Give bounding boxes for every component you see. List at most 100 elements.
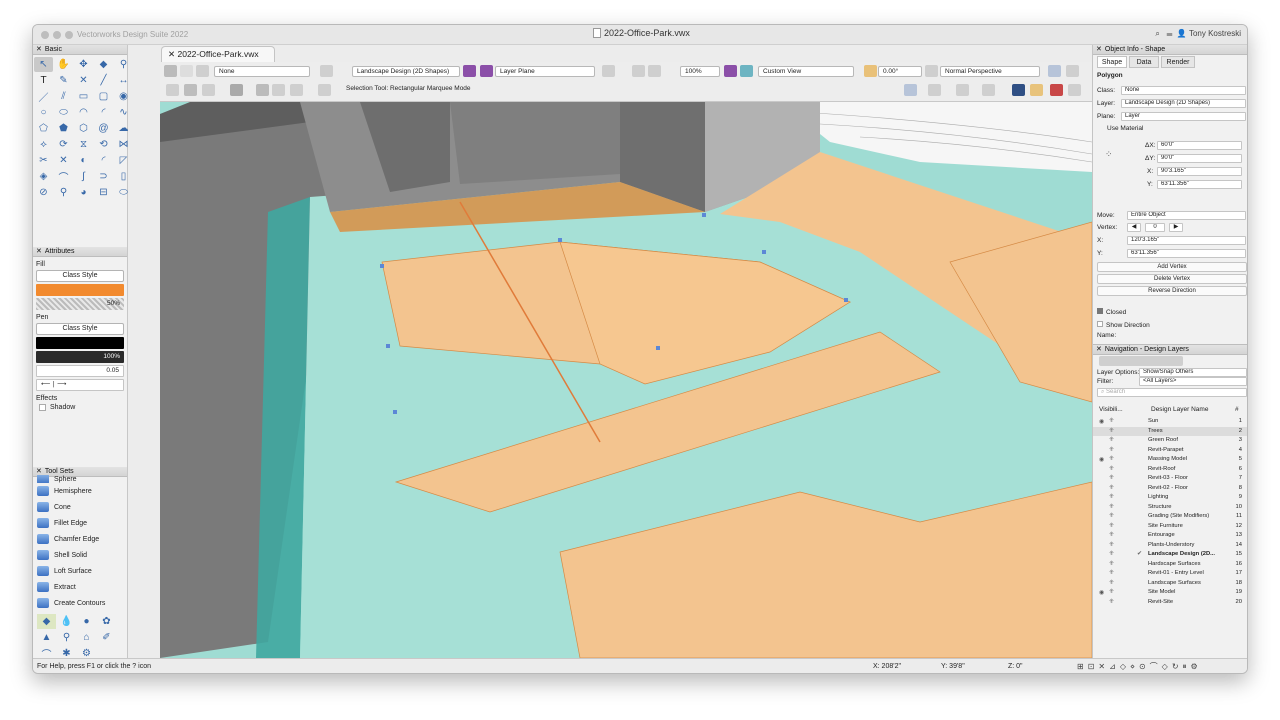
tab-shape[interactable]: Shape [1097,56,1127,68]
toolset-item[interactable]: Create Contours [33,595,127,611]
layer-row[interactable]: ⁜ Revit-01 - Entry Level 17 [1093,569,1247,579]
layer-row[interactable]: ⁜ Trees 2 [1093,426,1247,436]
flyover-icon[interactable] [904,84,917,96]
clip-tool[interactable]: ◐ [74,153,93,168]
3d-site-model[interactable] [160,102,1092,658]
attribute-mapping-tool[interactable]: ◈ [34,169,53,184]
class-select[interactable]: None [214,66,310,77]
document-tab[interactable]: ✕ 2022-Office-Park.vwx [161,46,275,62]
zoom-icon[interactable] [632,65,645,77]
symbol-tool[interactable]: ⊃ [94,169,113,184]
class-icon[interactable] [196,65,209,77]
tab-data[interactable]: Data [1129,56,1159,68]
forward-icon[interactable] [180,65,193,77]
reverse-direction-button[interactable]: Reverse Direction [1097,286,1247,296]
fill-opacity-field[interactable]: 50% [36,298,124,310]
camera-tool[interactable]: ⊟ [94,185,113,200]
zoom-field[interactable]: 100% [680,66,720,77]
layer-row[interactable]: ◉ ⁜ Sun 1 [1093,417,1247,427]
gear-icon[interactable] [928,84,941,96]
number-column-header[interactable]: # [1235,406,1239,413]
pen-style-select[interactable]: Class Style [36,323,124,335]
3d-view-icon[interactable] [740,65,753,77]
shade-icon[interactable] [1012,84,1025,96]
render-settings-icon[interactable] [1030,84,1043,96]
no-hatch-icon[interactable] [166,84,179,96]
grayed-visibility-icon[interactable]: ⁜ [1109,560,1114,570]
snap-tools[interactable]: ⊞⊡✕⊿◇⋄⊙⌒◇↻⏸⚙ [1077,659,1202,673]
light-tool[interactable]: ◕ [74,185,93,200]
magnify-tool[interactable]: ⚲ [54,185,73,200]
class-field[interactable]: None [1121,86,1246,95]
minimize-window-button[interactable] [53,31,61,39]
grayed-visibility-icon[interactable]: ⁜ [1109,579,1114,589]
tool-preferences-icon[interactable] [318,84,331,96]
close-icon[interactable]: ✕ [168,49,175,59]
zoom-window-button[interactable] [65,31,73,39]
quarter-arc-tool[interactable]: ◜ [94,105,113,120]
toolset-item[interactable]: Extract [33,579,127,595]
close-icon[interactable]: ✕ [36,468,42,475]
layer-row[interactable]: ⁜ Structure 10 [1093,503,1247,513]
pan-tool[interactable]: ✋ [54,57,73,72]
shadow-checkbox[interactable] [39,404,46,411]
pen-color-swatch[interactable] [36,337,124,349]
layer-row[interactable]: ⁜ Site Furniture 12 [1093,522,1247,532]
sheet-tool[interactable]: ▯ [114,169,133,184]
x-field[interactable]: 90'3.165" [1157,167,1242,176]
grayed-visibility-icon[interactable]: ⁜ [1109,417,1114,427]
eyedropper-tool[interactable]: ⚲ [114,57,133,72]
delta-y-field[interactable]: 90'0" [1157,154,1242,163]
layer-row[interactable]: ⁜ Landscape Surfaces 18 [1093,579,1247,589]
layer-select[interactable]: Landscape Design (2D Shapes) [352,66,460,77]
layer-row[interactable]: ⁜ Revit-02 - Floor 8 [1093,484,1247,494]
grayed-visibility-icon[interactable]: ⁜ [1109,455,1114,465]
regular-polygon-tool[interactable]: ⬡ [74,121,93,136]
vertex-index-field[interactable]: 0 [1145,223,1165,232]
delete-vertex-button[interactable]: Delete Vertex [1097,274,1247,284]
rotate-tool[interactable]: ⟳ [54,137,73,152]
grayed-visibility-icon[interactable]: ⁜ [1109,541,1114,551]
toolset-item[interactable]: Sphere [33,475,127,483]
drawing-area[interactable] [160,102,1092,658]
move-select[interactable]: Entire Object [1127,211,1246,220]
polygon-select-icon[interactable] [290,84,303,96]
line-tool[interactable]: ╱ [94,73,113,88]
revision-cloud-tool[interactable]: ☁ [114,121,133,136]
grayed-visibility-icon[interactable]: ⁜ [1109,474,1114,484]
pencil-icon[interactable] [956,84,969,96]
view-select[interactable]: Custom View [758,66,854,77]
walkthrough-tool[interactable]: ◆ [94,57,113,72]
next-vertex-button[interactable]: ▶ [1169,223,1183,232]
data-tag-tool[interactable]: ⬭ [114,185,133,200]
toolset-item[interactable]: Shell Solid [33,547,127,563]
projection-select[interactable]: Normal Perspective [940,66,1040,77]
lasso-icon[interactable] [272,84,285,96]
fill-style-select[interactable]: Class Style [36,270,124,282]
landscape-icon[interactable]: ▲ [37,630,56,645]
layer-options-icon[interactable] [463,65,476,77]
class-options-icon[interactable] [480,65,493,77]
line-weight-field[interactable]: 0.05 [36,365,124,377]
grayed-visibility-icon[interactable]: ⁜ [1109,588,1114,598]
tab-render[interactable]: Render [1161,56,1195,68]
visibility-column-header[interactable]: Visibili... [1099,406,1123,413]
grayed-visibility-icon[interactable]: ⁜ [1109,484,1114,494]
layer-field[interactable]: Landscape Design (2D Shapes) [1121,99,1246,108]
bezier-tool[interactable]: ∫ [74,169,93,184]
close-icon[interactable]: ✕ [1096,46,1102,53]
navigation-tabs[interactable] [1099,356,1183,366]
circle-tool[interactable]: ○ [34,105,53,120]
globe-icon[interactable]: ● [77,614,96,629]
drape-tool[interactable]: ⌒ [54,169,73,184]
offset-tool[interactable]: ⟲ [94,137,113,152]
chamfer-tool[interactable]: ◸ [114,153,133,168]
connect-tool[interactable]: ⋈ [114,137,133,152]
reshape-tool[interactable]: ⟡ [34,137,53,152]
polygon-tool[interactable]: ⬟ [54,121,73,136]
arc-tool[interactable]: ◠ [74,105,93,120]
camera-icon[interactable] [1068,84,1081,96]
render-icon[interactable] [925,65,938,77]
layer-row[interactable]: ⁜ Revit-Site 20 [1093,598,1247,608]
line-arrow-select[interactable]: ⟵ ∣ ⟶ [36,379,124,391]
